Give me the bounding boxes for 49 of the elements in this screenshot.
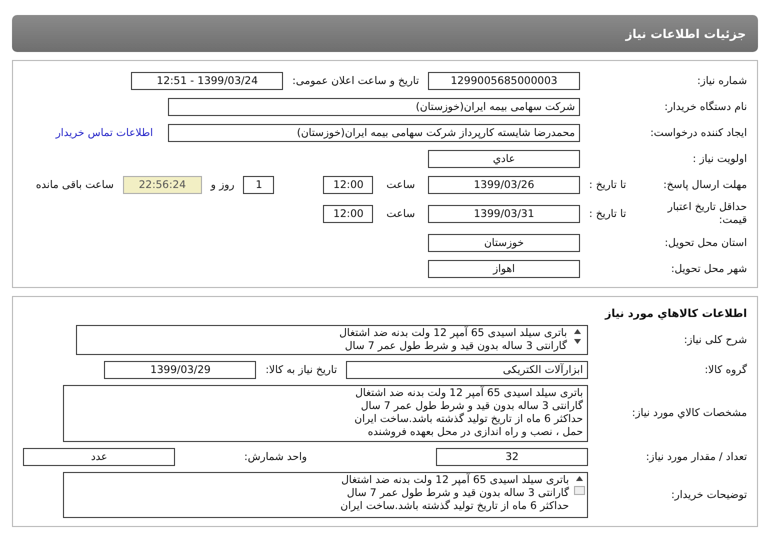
row-label: ایجاد کننده درخواست: [650,126,747,140]
field-label: تاریخ نیاز به کالا: [265,364,337,376]
field-label: روز و [210,179,234,191]
row-sublabel: تا تاریخ : [589,208,626,220]
text-field[interactable]: 1399/03/31 [428,205,580,223]
text-field[interactable]: 1 [243,176,274,194]
row-label: گروه کالا: [704,364,747,376]
field-label: تاریخ و ساعت اعلان عمومی: [292,75,419,87]
section-title: اطلاعات کالاهاي مورد نياز [605,307,747,320]
text-field[interactable]: ابزارآلات الکتریکی [346,361,588,379]
field-label: ساعت [386,208,415,220]
row-label: شرح کلی نیاز: [684,334,747,346]
text-field[interactable]: 1399/03/26 [428,176,580,194]
row-label: شهر محل تحویل: [671,262,747,276]
up-arrow-icon[interactable] [576,476,582,481]
text-field[interactable]: خوزستان [428,234,580,252]
text-field[interactable]: 1399/03/24 - 12:51 [131,72,284,90]
field-label: ساعت باقی مانده [36,179,114,191]
contact-link[interactable]: اطلاعات تماس خریدار [56,127,153,139]
text-area[interactable]: باتری سیلد اسیدی 65 آمپر 12 ولت بدنه ضد اشتغال گارانتی 3 ساله بدون قید و شرط طول عمر 7 سال حداکثر 6 ماه از تاریخ تولید گذشته باشد.ساخت ایران حمل ، نصب و راه اندازی در محل بعهده فروشنده [63,385,588,442]
row-label: مشخصات کالاي مورد نياز: [632,407,747,420]
row-label: شماره نیاز: [697,74,747,88]
text-field[interactable]: عدد [23,448,176,466]
up-arrow-icon[interactable] [574,329,580,334]
text-field[interactable]: شرکت سهامی بیمه ایران(خوزستان) [168,98,580,116]
text-field[interactable]: 1299005685000003 [428,72,580,90]
row-label: توضیحات خریدار: [671,488,747,502]
row-label: اولویت نیاز : [692,152,747,166]
row-label: حداقل تاریخ اعتبار قیمت: [666,201,747,227]
row-label: تعداد / مقدار مورد نیاز: [646,450,747,464]
row-label: استان محل تحویل: [664,236,747,250]
text-field[interactable]: اهواز [428,260,580,278]
text-field[interactable]: محمدرضا شایسته کارپرداز شرکت سهامی بیمه ایران(خوزستان) [168,124,580,142]
scroll-thumb[interactable] [574,486,584,495]
row-label: نام دستگاه خریدار: [664,100,747,114]
row-label: مهلت ارسال پاسخ: [662,178,747,192]
row-sublabel: تا تاریخ : [589,179,626,191]
text-field[interactable]: 12:00 [323,205,374,223]
text-area[interactable]: باتری سیلد اسیدی 65 آمپر 12 ولت بدنه ضد اشتغال گارانتی 3 ساله بدون قید و شرط طول عمر 7 سال [76,325,588,355]
page-title: جزئیات اطلاعات نیاز [625,26,746,40]
text-field[interactable]: عادي [428,150,580,168]
text-field[interactable]: 32 [436,448,588,466]
countdown-field: 22:56:24 [122,176,202,194]
field-label: ساعت [386,179,415,191]
text-area[interactable]: باتری سیلد اسیدی 65 آمپر 12 ولت بدنه ضد اشتغال گارانتی 3 ساله بدون قید و شرط طول عمر 7 سال حداکثر 6 ماه از تاریخ تولید گذشته باشد.ساخت ایران [63,472,588,518]
field-label: واحد شمارش: [244,451,307,463]
text-field[interactable]: 1399/03/29 [104,361,256,379]
text-field[interactable]: 12:00 [323,176,374,194]
down-arrow-icon[interactable] [574,339,580,344]
